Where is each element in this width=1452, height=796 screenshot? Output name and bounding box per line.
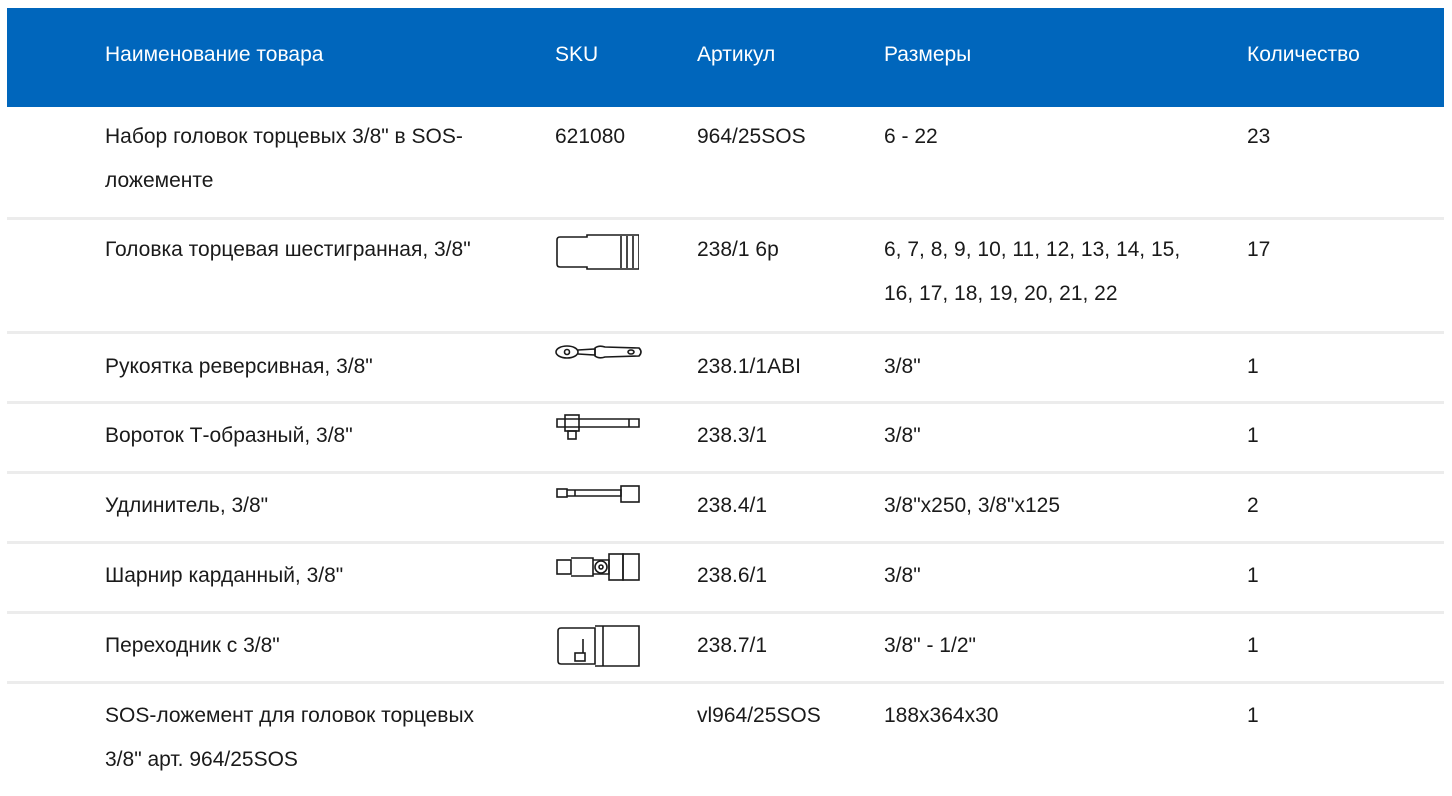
row-name: SOS-ложемент для головок торцевых 3/8" а… xyxy=(105,704,475,771)
row-name: Удлинитель, 3/8" xyxy=(105,494,269,517)
row-article: vl964/25SOS xyxy=(697,704,821,727)
header-qty: Количество xyxy=(1247,43,1360,66)
row-qty: 2 xyxy=(1247,494,1259,517)
row-article: 238/1 6р xyxy=(697,238,779,261)
row-sizes: 3/8" xyxy=(884,424,921,447)
row-qty: 17 xyxy=(1247,238,1271,261)
row-sizes: 3/8"x250, 3/8"x125 xyxy=(884,494,1061,517)
header-sku: SKU xyxy=(555,43,599,66)
row-article: 238.1/1ABI xyxy=(697,355,801,378)
products-table: Наименование товара SKU Артикул Размеры … xyxy=(7,8,1444,792)
row-qty: 23 xyxy=(1247,125,1271,148)
row-qty: 1 xyxy=(1247,634,1259,657)
header-article: Артикул xyxy=(697,43,776,66)
universal-joint-icon xyxy=(555,552,641,584)
row-sku: 621080 xyxy=(555,125,626,148)
row-name: Вороток Т-образный, 3/8" xyxy=(105,424,353,447)
row-name: Переходник с 3/8" xyxy=(105,634,280,657)
header-name: Наименование товара xyxy=(105,43,324,66)
row-article: 238.4/1 xyxy=(697,494,768,517)
row-name: Набор головок торцевых 3/8" в SOS-ложеме… xyxy=(105,125,463,192)
t-handle-icon xyxy=(555,413,641,441)
table-row: Переходник с 3/8" 238.7/1 3/8" - 1/2" 1 xyxy=(7,614,1444,684)
row-qty: 1 xyxy=(1247,424,1259,447)
row-name: Головка торцевая шестигранная, 3/8" xyxy=(105,238,471,261)
table-row: SOS-ложемент для головок торцевых 3/8" а… xyxy=(7,684,1444,792)
row-article: 238.6/1 xyxy=(697,564,768,587)
adapter-icon xyxy=(555,625,641,667)
row-name: Шарнир карданный, 3/8" xyxy=(105,564,344,587)
socket-icon xyxy=(555,232,639,272)
table-row: Набор головок торцевых 3/8" в SOS-ложеме… xyxy=(7,107,1444,220)
table-row: Шарнир карданный, 3/8" 238.6/1 3/8" 1 xyxy=(7,544,1444,614)
table-row: Вороток Т-образный, 3/8" 238.3/1 3/8" 1 xyxy=(7,404,1444,474)
header-sizes: Размеры xyxy=(884,43,972,66)
row-article: 238.3/1 xyxy=(697,424,768,447)
row-sizes: 6, 7, 8, 9, 10, 11, 12, 13, 14, 15, 16, … xyxy=(884,238,1181,305)
row-sizes: 3/8" xyxy=(884,564,921,587)
table-row: Удлинитель, 3/8" 238.4/1 3/8"x250, 3/8"x… xyxy=(7,474,1444,544)
extension-bar-icon xyxy=(555,484,641,506)
row-qty: 1 xyxy=(1247,704,1259,727)
table-row: Головка торцевая шестигранная, 3/8" 238/… xyxy=(7,220,1444,334)
row-name: Рукоятка реверсивная, 3/8" xyxy=(105,355,373,378)
row-sizes: 188x364x30 xyxy=(884,704,999,727)
row-sizes: 3/8" xyxy=(884,355,921,378)
row-article: 964/25SOS xyxy=(697,125,806,148)
table-row: Рукоятка реверсивная, 3/8" 238.1/1ABI 3/… xyxy=(7,334,1444,404)
row-article: 238.7/1 xyxy=(697,634,768,657)
row-qty: 1 xyxy=(1247,355,1259,378)
row-sizes: 6 - 22 xyxy=(884,125,938,148)
table-header: Наименование товара SKU Артикул Размеры … xyxy=(7,8,1444,107)
row-sizes: 3/8" - 1/2" xyxy=(884,634,976,657)
ratchet-icon xyxy=(555,344,643,362)
row-qty: 1 xyxy=(1247,564,1259,587)
